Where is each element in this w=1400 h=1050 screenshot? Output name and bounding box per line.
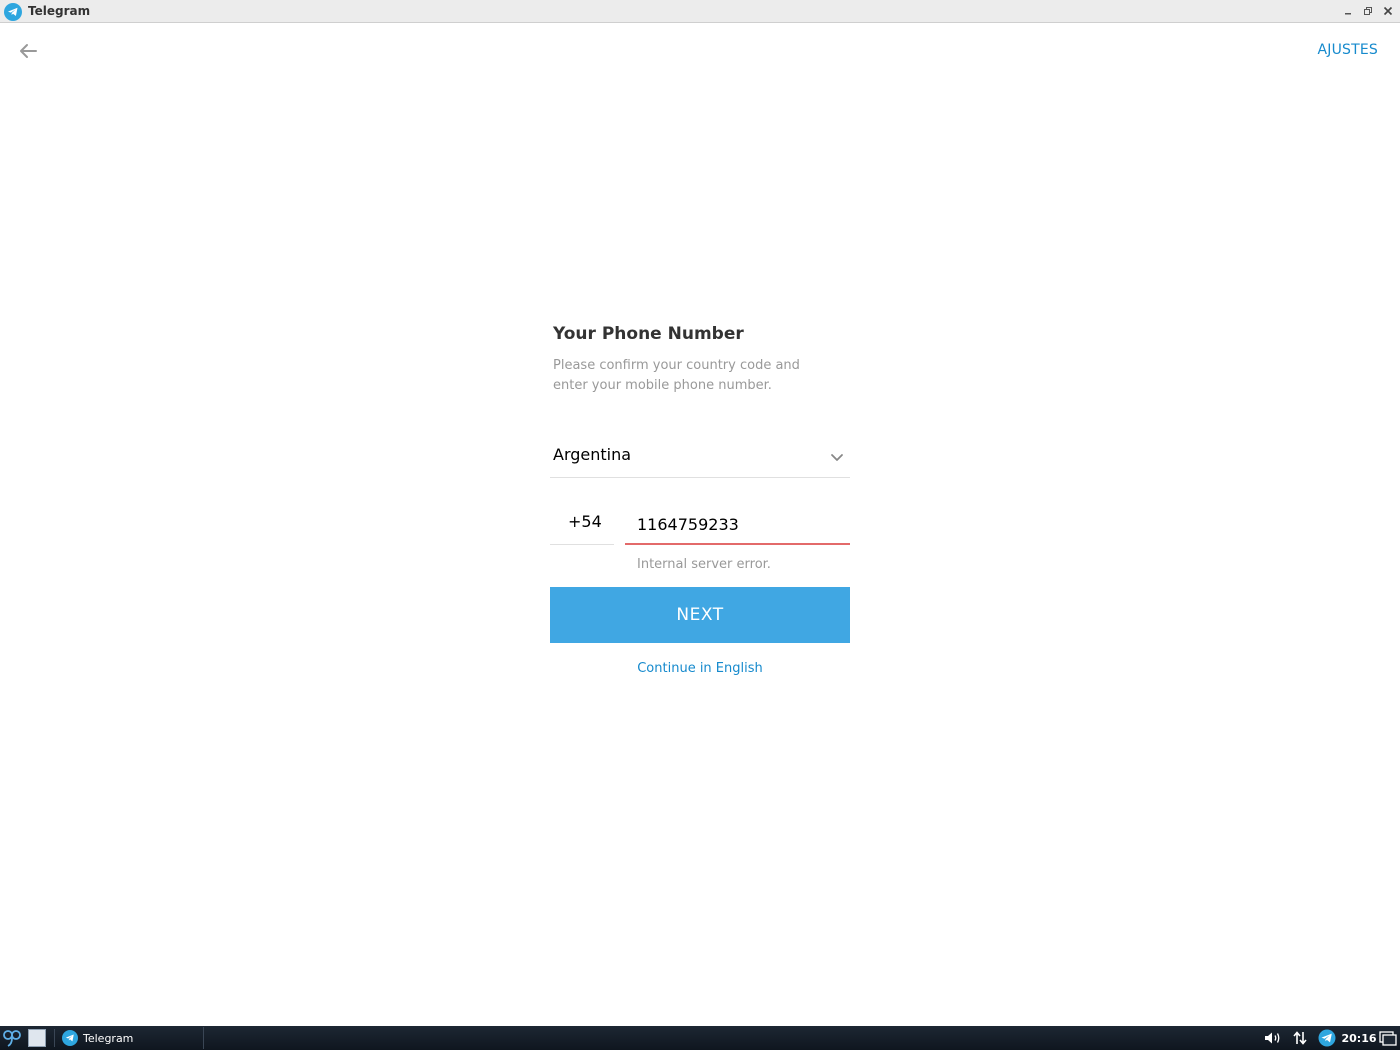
taskbar: Telegram 20:16 <box>0 1026 1400 1050</box>
window-title: Telegram <box>28 4 91 18</box>
minimize-icon[interactable] <box>1340 3 1356 19</box>
chevron-down-icon <box>831 454 843 461</box>
network-icon[interactable] <box>1290 1028 1310 1048</box>
country-select[interactable]: Argentina <box>550 442 850 478</box>
country-value: Argentina <box>553 445 632 464</box>
page-title: Your Phone Number <box>553 324 744 344</box>
start-menu-icon[interactable] <box>2 1028 22 1048</box>
back-button[interactable] <box>16 40 40 62</box>
settings-button[interactable]: AJUSTES <box>1317 42 1378 58</box>
restore-icon[interactable] <box>1360 3 1376 19</box>
window-titlebar: Telegram <box>0 0 1400 23</box>
country-code-field[interactable]: +54 <box>550 509 614 545</box>
phone-number-input[interactable] <box>625 509 850 545</box>
country-code-value: +54 <box>568 512 602 531</box>
telegram-icon <box>62 1030 78 1046</box>
telegram-icon <box>4 3 22 21</box>
taskbar-separator <box>54 1029 55 1047</box>
file-manager-icon[interactable] <box>28 1029 46 1047</box>
continue-in-english-link[interactable]: Continue in English <box>550 661 850 676</box>
telegram-tray-icon[interactable] <box>1317 1028 1337 1048</box>
volume-icon[interactable] <box>1263 1028 1283 1048</box>
login-screen: AJUSTES Your Phone Number Please confirm… <box>0 24 1400 1026</box>
close-icon[interactable] <box>1380 3 1396 19</box>
page-description: Please confirm your country code and ent… <box>553 358 800 393</box>
show-desktop-icon[interactable] <box>1378 1028 1398 1048</box>
next-button[interactable]: NEXT <box>550 587 850 643</box>
taskbar-item-telegram[interactable]: Telegram <box>58 1027 204 1049</box>
error-message: Internal server error. <box>637 557 771 572</box>
clock[interactable]: 20:16 <box>1342 1028 1377 1048</box>
taskbar-item-label: Telegram <box>83 1031 134 1045</box>
arrow-left-icon <box>20 44 37 58</box>
